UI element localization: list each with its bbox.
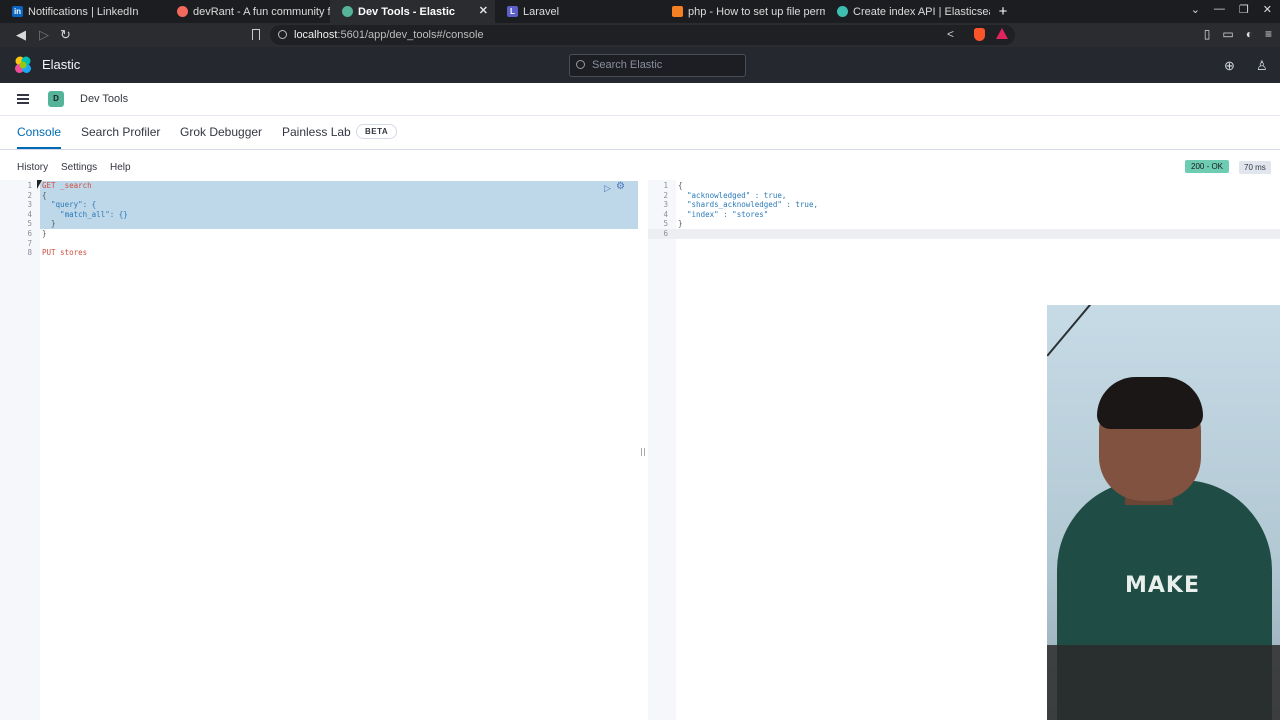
tab-title: Dev Tools - Elastic: [358, 5, 455, 18]
maximize-icon[interactable]: ❐: [1239, 3, 1249, 16]
user-menu-icon[interactable]: ♙: [1256, 58, 1268, 74]
request-time-badge: 70 ms: [1239, 161, 1271, 174]
settings-link[interactable]: Settings: [61, 162, 97, 173]
request-line: }: [42, 229, 47, 238]
stackoverflow-icon: [672, 6, 683, 17]
sidebar-icon[interactable]: ▯: [1204, 27, 1211, 41]
tab-grok-debugger[interactable]: Grok Debugger: [180, 125, 262, 139]
line-number: 8: [27, 248, 32, 257]
kibana-header: Elastic Search Elastic ⊕ ♙: [0, 47, 1280, 83]
webcam-shirt-text: MAKE: [1125, 573, 1200, 598]
mouse-cursor-icon: [37, 180, 42, 189]
line-number: 5: [663, 219, 668, 228]
line-number: 1: [663, 181, 668, 190]
tab-title: php - How to set up file perm: [688, 5, 825, 18]
laravel-icon: L: [507, 6, 518, 17]
url-field[interactable]: localhost:5601/app/dev_tools#/console: [270, 25, 1015, 45]
line-number: 3: [663, 200, 668, 209]
breadcrumb-bar: D Dev Tools: [0, 83, 1280, 116]
url-host: localhost: [294, 29, 338, 41]
line-number: 6: [27, 229, 32, 238]
status-badge: 200 - OK: [1185, 160, 1230, 173]
devtools-tabs: Console Search Profiler Grok Debugger Pa…: [0, 116, 1280, 150]
window-controls: ⌄ — ❐ ✕: [1191, 3, 1272, 16]
wallet-icon[interactable]: ▭: [1222, 27, 1233, 41]
response-line: "index" : "stores": [678, 210, 769, 219]
global-search-input[interactable]: Search Elastic: [569, 54, 746, 77]
active-line-highlight: [648, 229, 1280, 239]
line-number: 3: [27, 200, 32, 209]
play-icon[interactable]: ▷: [604, 183, 611, 194]
share-icon[interactable]: <: [947, 27, 954, 41]
response-line: {: [678, 181, 683, 190]
chevron-down-icon[interactable]: ⌄: [1191, 3, 1200, 16]
browser-tab[interactable]: L Laravel: [495, 0, 660, 23]
pane-divider[interactable]: [638, 180, 648, 720]
forward-icon[interactable]: ▷: [39, 27, 49, 43]
browser-tab[interactable]: in Notifications | LinkedIn: [0, 0, 165, 23]
site-info-icon[interactable]: [278, 30, 287, 39]
reload-icon[interactable]: ↻: [60, 27, 71, 43]
close-window-icon[interactable]: ✕: [1263, 3, 1272, 16]
devrant-icon: [177, 6, 188, 17]
tab-title: Notifications | LinkedIn: [28, 5, 139, 18]
webcam-person-hair: [1097, 377, 1203, 429]
request-line: GET _search: [42, 181, 92, 190]
bookmark-icon[interactable]: [252, 29, 260, 40]
request-editor[interactable]: 1 2 3 4 5 6 7 8 GET _search { "query": {…: [0, 180, 638, 720]
browser-menu-icon[interactable]: ≡: [1265, 27, 1272, 41]
help-icon[interactable]: ⊕: [1224, 58, 1235, 74]
breadcrumb: Dev Tools: [80, 93, 129, 105]
browser-tab[interactable]: devRant - A fun community fo: [165, 0, 330, 23]
request-line: "query": {: [42, 200, 97, 209]
search-placeholder: Search Elastic: [592, 59, 663, 71]
elastic-docs-icon: [837, 6, 848, 17]
url-path: :5601/app/dev_tools#/console: [337, 29, 484, 41]
address-bar: ◀ ▷ ↻ localhost:5601/app/dev_tools#/cons…: [0, 23, 1280, 47]
line-number: 6: [663, 229, 668, 238]
search-icon: [576, 60, 585, 69]
elastic-icon: [342, 6, 353, 17]
beta-badge: BETA: [356, 124, 398, 139]
new-tab-icon[interactable]: +: [990, 0, 1016, 23]
request-line: }: [42, 219, 56, 228]
line-number: 5: [27, 219, 32, 228]
linkedin-icon: in: [12, 6, 23, 17]
browser-tab-active[interactable]: Dev Tools - Elastic ✕: [330, 0, 495, 23]
tab-title: Create index API | Elasticsear: [853, 5, 990, 18]
close-tab-icon[interactable]: ✕: [479, 4, 488, 17]
elastic-logo-icon[interactable]: [14, 56, 32, 74]
back-icon[interactable]: ◀: [16, 27, 26, 43]
tab-console[interactable]: Console: [17, 125, 61, 139]
tab-title: devRant - A fun community fo: [193, 5, 330, 18]
minimize-icon[interactable]: —: [1214, 3, 1225, 16]
browser-toolbar-icons: ▯ ▭ ◐ ≡: [1204, 27, 1272, 41]
webcam-overlay: MAKE: [1047, 305, 1280, 720]
tab-painless-lab[interactable]: Painless Lab: [282, 125, 351, 139]
tab-search-profiler[interactable]: Search Profiler: [81, 125, 160, 139]
app-name[interactable]: Elastic: [42, 57, 80, 72]
history-link[interactable]: History: [17, 162, 48, 173]
vpn-icon[interactable]: ◐: [1246, 27, 1253, 41]
browser-tab-strip: in Notifications | LinkedIn devRant - A …: [0, 0, 1280, 23]
resize-handle-icon[interactable]: [641, 448, 645, 456]
active-tab-indicator: [17, 147, 61, 149]
response-line: }: [678, 219, 683, 228]
space-avatar[interactable]: D: [48, 91, 64, 107]
hamburger-menu-icon[interactable]: [17, 94, 29, 104]
brave-rewards-icon[interactable]: [996, 28, 1008, 39]
response-gutter: [648, 180, 676, 720]
browser-tab[interactable]: php - How to set up file perm: [660, 0, 825, 23]
request-line: PUT stores: [42, 248, 88, 257]
line-number: 1: [27, 181, 32, 190]
browser-tab[interactable]: Create index API | Elasticsear: [825, 0, 990, 23]
brave-shields-icon[interactable]: [974, 28, 985, 41]
request-selection: [40, 181, 638, 229]
help-link[interactable]: Help: [110, 162, 131, 173]
response-line: "shards_acknowledged" : true,: [678, 200, 818, 209]
request-gutter: [0, 180, 40, 720]
wrench-icon[interactable]: ⚙: [616, 181, 625, 192]
webcam-chair: [1047, 645, 1280, 720]
tab-title: Laravel: [523, 5, 560, 18]
